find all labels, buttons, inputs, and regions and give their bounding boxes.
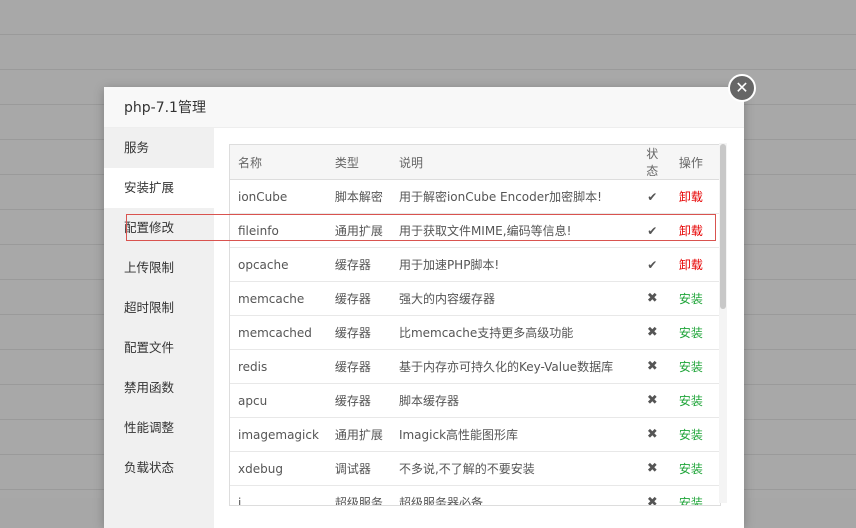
uninstall-link[interactable]: 卸载 bbox=[670, 179, 720, 214]
sidebar-item-disabled-functions[interactable]: 禁用函数 bbox=[104, 368, 214, 408]
sidebar-item-config-edit[interactable]: 配置修改 bbox=[104, 208, 214, 248]
ext-desc: 比memcache支持更多高级功能 bbox=[390, 315, 634, 350]
ext-name: apcu bbox=[230, 383, 327, 418]
cross-icon: ✖ bbox=[633, 485, 671, 505]
checkmark-icon: ✔ bbox=[633, 247, 671, 282]
ext-name: fileinfo bbox=[230, 213, 327, 248]
sidebar: 服务 安装扩展 配置修改 上传限制 超时限制 配置文件 禁用函数 性能调整 负载… bbox=[104, 128, 214, 528]
ext-type: 脚本解密 bbox=[326, 179, 391, 214]
ext-type: 缓存器 bbox=[326, 315, 391, 350]
table-header-row: 名称 类型 说明 状态 操作 bbox=[230, 145, 720, 180]
header-type: 类型 bbox=[326, 145, 391, 180]
install-link[interactable]: 安装 bbox=[670, 451, 720, 486]
ext-name: opcache bbox=[230, 247, 327, 282]
sidebar-item-upload-limit[interactable]: 上传限制 bbox=[104, 248, 214, 288]
ext-desc: 用于解密ionCube Encoder加密脚本! bbox=[390, 179, 634, 214]
ext-name: redis bbox=[230, 349, 327, 384]
table-row: i... 超级服务 超级服务器必备 ✖ 安装 bbox=[230, 485, 720, 505]
checkmark-icon: ✔ bbox=[633, 213, 671, 248]
ext-desc: 不多说,不了解的不要安装 bbox=[390, 451, 634, 486]
table-row: apcu 缓存器 脚本缓存器 ✖ 安装 bbox=[230, 383, 720, 418]
ext-type: 通用扩展 bbox=[326, 417, 391, 452]
dialog-header: php-7.1管理 bbox=[104, 87, 744, 128]
install-link[interactable]: 安装 bbox=[670, 485, 720, 505]
table-row: imagemagick 通用扩展 Imagick高性能图形库 ✖ 安装 bbox=[230, 417, 720, 452]
table-row: opcache 缓存器 用于加速PHP脚本! ✔ 卸载 bbox=[230, 247, 720, 282]
install-link[interactable]: 安装 bbox=[670, 281, 720, 316]
ext-type: 超级服务 bbox=[326, 485, 391, 505]
cross-icon: ✖ bbox=[633, 349, 671, 384]
uninstall-link[interactable]: 卸载 bbox=[670, 213, 720, 248]
header-name: 名称 bbox=[230, 145, 327, 180]
ext-type: 缓存器 bbox=[326, 349, 391, 384]
ext-name: ionCube bbox=[230, 179, 327, 214]
table-row: xdebug 调试器 不多说,不了解的不要安装 ✖ 安装 bbox=[230, 451, 720, 486]
ext-name: imagemagick bbox=[230, 417, 327, 452]
checkmark-icon: ✔ bbox=[633, 179, 671, 214]
extension-table: 名称 类型 说明 状态 操作 ionCube 脚本解密 用于解密ionCube … bbox=[230, 145, 720, 505]
sidebar-item-timeout-limit[interactable]: 超时限制 bbox=[104, 288, 214, 328]
ext-desc: 用于加速PHP脚本! bbox=[390, 247, 634, 282]
ext-type: 调试器 bbox=[326, 451, 391, 486]
sidebar-item-performance-tuning[interactable]: 性能调整 bbox=[104, 408, 214, 448]
ext-name: xdebug bbox=[230, 451, 327, 486]
scrollbar-thumb[interactable] bbox=[720, 144, 726, 309]
ext-name: memcache bbox=[230, 281, 327, 316]
ext-desc: 超级服务器必备 bbox=[390, 485, 634, 505]
install-link[interactable]: 安装 bbox=[670, 383, 720, 418]
table-row: memcache 缓存器 强大的内容缓存器 ✖ 安装 bbox=[230, 281, 720, 316]
ext-desc: 基于内存亦可持久化的Key-Value数据库 bbox=[390, 349, 634, 384]
sidebar-item-install-extension[interactable]: 安装扩展 bbox=[104, 168, 214, 208]
php-manager-dialog: php-7.1管理 服务 安装扩展 配置修改 上传限制 超时限制 配置文件 禁用… bbox=[104, 87, 744, 528]
cross-icon: ✖ bbox=[633, 417, 671, 452]
ext-name: memcached bbox=[230, 315, 327, 350]
sidebar-item-service[interactable]: 服务 bbox=[104, 128, 214, 168]
cross-icon: ✖ bbox=[633, 281, 671, 316]
table-row: memcached 缓存器 比memcache支持更多高级功能 ✖ 安装 bbox=[230, 315, 720, 350]
ext-name: i... bbox=[230, 485, 327, 505]
ext-type: 缓存器 bbox=[326, 247, 391, 282]
install-link[interactable]: 安装 bbox=[670, 315, 720, 350]
install-link[interactable]: 安装 bbox=[670, 417, 720, 452]
ext-desc: 脚本缓存器 bbox=[390, 383, 634, 418]
ext-type: 缓存器 bbox=[326, 281, 391, 316]
install-link[interactable]: 安装 bbox=[670, 349, 720, 384]
ext-type: 通用扩展 bbox=[326, 213, 391, 248]
extension-table-wrapper: 名称 类型 说明 状态 操作 ionCube 脚本解密 用于解密ionCube … bbox=[229, 144, 721, 506]
sidebar-item-load-status[interactable]: 负载状态 bbox=[104, 448, 214, 488]
header-status: 状态 bbox=[633, 145, 671, 180]
table-row: fileinfo 通用扩展 用于获取文件MIME,编码等信息! ✔ 卸载 bbox=[230, 213, 720, 248]
dialog-title: php-7.1管理 bbox=[124, 100, 206, 116]
header-op: 操作 bbox=[670, 145, 720, 180]
cross-icon: ✖ bbox=[633, 451, 671, 486]
cross-icon: ✖ bbox=[633, 383, 671, 418]
table-row: redis 缓存器 基于内存亦可持久化的Key-Value数据库 ✖ 安装 bbox=[230, 349, 720, 384]
ext-desc: 强大的内容缓存器 bbox=[390, 281, 634, 316]
table-row: ionCube 脚本解密 用于解密ionCube Encoder加密脚本! ✔ … bbox=[230, 179, 720, 214]
header-desc: 说明 bbox=[390, 145, 634, 180]
close-icon[interactable]: ✕ bbox=[728, 74, 756, 102]
cross-icon: ✖ bbox=[633, 315, 671, 350]
ext-desc: Imagick高性能图形库 bbox=[390, 417, 634, 452]
content-area: 名称 类型 说明 状态 操作 ionCube 脚本解密 用于解密ionCube … bbox=[214, 128, 744, 528]
ext-desc: 用于获取文件MIME,编码等信息! bbox=[390, 213, 634, 248]
ext-type: 缓存器 bbox=[326, 383, 391, 418]
sidebar-item-config-file[interactable]: 配置文件 bbox=[104, 328, 214, 368]
uninstall-link[interactable]: 卸载 bbox=[670, 247, 720, 282]
